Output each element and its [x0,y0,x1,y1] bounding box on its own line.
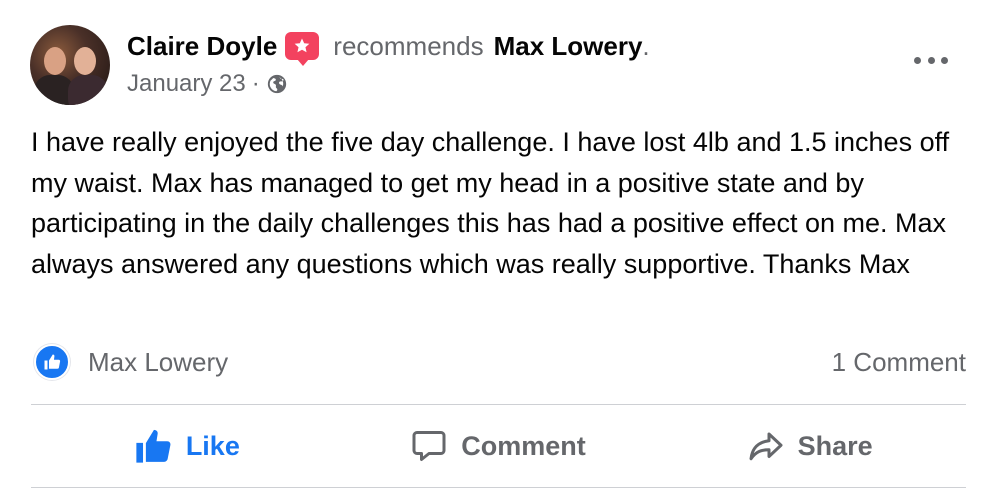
divider [31,487,966,488]
post-meta: January 23 · [127,70,288,98]
recommend-verb: recommends [333,30,484,61]
more-dot [941,56,948,64]
thumbs-up-icon [34,344,70,380]
like-button[interactable]: Like [31,405,343,487]
recommended-page[interactable]: Max Lowery [494,31,643,62]
action-bar: Like Comment Share [31,405,966,487]
more-dot [927,56,935,64]
comment-button[interactable]: Comment [343,405,655,487]
share-button[interactable]: Share [654,405,966,487]
thumbs-up-icon [136,429,171,463]
avatar-face [44,47,66,75]
comment-bubble-icon [412,431,446,461]
avatar-face [74,47,96,75]
share-label: Share [797,430,873,461]
comment-label: Comment [461,430,586,461]
post-date[interactable]: January 23 [127,70,246,98]
reaction-summary[interactable]: Max Lowery [34,344,228,380]
recommend-icon [285,32,320,66]
reactor-name[interactable]: Max Lowery [88,347,228,378]
header-period: . [642,30,650,61]
post-card: Claire Doyle recommends Max Lowery . Jan… [0,0,998,492]
like-label: Like [185,430,240,461]
comment-count[interactable]: 1 Comment [832,344,966,380]
avatar-figure [68,75,108,105]
post-header: Claire Doyle recommends Max Lowery . [127,30,650,66]
more-dot [914,56,921,64]
share-arrow-icon [749,432,783,461]
globe-icon[interactable] [266,73,288,95]
author-name[interactable]: Claire Doyle [127,31,277,62]
more-options-button[interactable] [914,50,948,70]
post-body: I have really enjoyed the five day chall… [31,127,950,279]
meta-separator: · [251,70,260,97]
author-avatar[interactable] [30,25,110,105]
